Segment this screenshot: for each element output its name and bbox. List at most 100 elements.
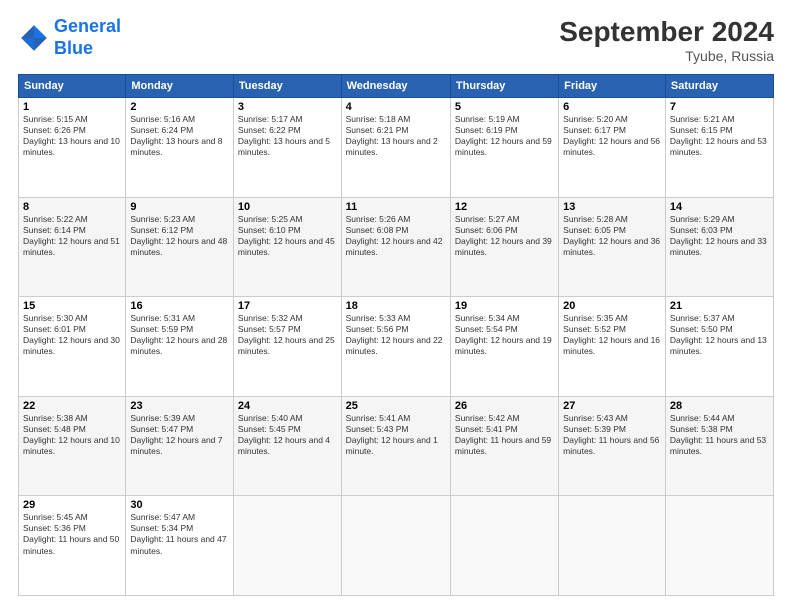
day-detail: Sunrise: 5:47 AMSunset: 5:34 PMDaylight:… [130,512,229,556]
calendar-cell: 9Sunrise: 5:23 AMSunset: 6:12 PMDaylight… [126,197,234,297]
calendar-cell: 21Sunrise: 5:37 AMSunset: 5:50 PMDayligh… [665,297,773,397]
day-number: 21 [670,300,769,312]
day-detail: Sunrise: 5:28 AMSunset: 6:05 PMDaylight:… [563,214,661,258]
day-number: 14 [670,201,769,213]
logo-blue: Blue [54,38,93,58]
calendar-cell: 17Sunrise: 5:32 AMSunset: 5:57 PMDayligh… [233,297,341,397]
day-number: 15 [23,300,121,312]
calendar-cell: 12Sunrise: 5:27 AMSunset: 6:06 PMDayligh… [450,197,558,297]
calendar-cell: 15Sunrise: 5:30 AMSunset: 6:01 PMDayligh… [19,297,126,397]
calendar-cell [559,496,666,596]
day-number: 22 [23,400,121,412]
day-number: 8 [23,201,121,213]
weekday-header-thursday: Thursday [450,75,558,98]
weekday-header-monday: Monday [126,75,234,98]
calendar-cell: 28Sunrise: 5:44 AMSunset: 5:38 PMDayligh… [665,396,773,496]
weekday-header-tuesday: Tuesday [233,75,341,98]
calendar-cell [341,496,450,596]
day-detail: Sunrise: 5:29 AMSunset: 6:03 PMDaylight:… [670,214,769,258]
calendar-cell: 4Sunrise: 5:18 AMSunset: 6:21 PMDaylight… [341,98,450,198]
calendar-cell: 13Sunrise: 5:28 AMSunset: 6:05 PMDayligh… [559,197,666,297]
calendar-cell: 18Sunrise: 5:33 AMSunset: 5:56 PMDayligh… [341,297,450,397]
calendar-cell: 8Sunrise: 5:22 AMSunset: 6:14 PMDaylight… [19,197,126,297]
header: General Blue September 2024 Tyube, Russi… [18,16,774,64]
day-detail: Sunrise: 5:34 AMSunset: 5:54 PMDaylight:… [455,313,554,357]
day-number: 20 [563,300,661,312]
day-detail: Sunrise: 5:30 AMSunset: 6:01 PMDaylight:… [23,313,121,357]
calendar-cell [450,496,558,596]
day-number: 10 [238,201,337,213]
day-detail: Sunrise: 5:38 AMSunset: 5:48 PMDaylight:… [23,413,121,457]
day-number: 25 [346,400,446,412]
day-number: 3 [238,101,337,113]
day-detail: Sunrise: 5:25 AMSunset: 6:10 PMDaylight:… [238,214,337,258]
weekday-header-friday: Friday [559,75,666,98]
day-number: 12 [455,201,554,213]
calendar-cell: 30Sunrise: 5:47 AMSunset: 5:34 PMDayligh… [126,496,234,596]
day-detail: Sunrise: 5:40 AMSunset: 5:45 PMDaylight:… [238,413,337,457]
calendar-cell: 10Sunrise: 5:25 AMSunset: 6:10 PMDayligh… [233,197,341,297]
day-detail: Sunrise: 5:18 AMSunset: 6:21 PMDaylight:… [346,114,446,158]
week-row-4: 22Sunrise: 5:38 AMSunset: 5:48 PMDayligh… [19,396,774,496]
day-number: 4 [346,101,446,113]
day-detail: Sunrise: 5:26 AMSunset: 6:08 PMDaylight:… [346,214,446,258]
week-row-1: 1Sunrise: 5:15 AMSunset: 6:26 PMDaylight… [19,98,774,198]
day-detail: Sunrise: 5:17 AMSunset: 6:22 PMDaylight:… [238,114,337,158]
day-number: 23 [130,400,229,412]
day-number: 29 [23,499,121,511]
title-block: September 2024 Tyube, Russia [559,16,774,64]
day-number: 11 [346,201,446,213]
day-number: 28 [670,400,769,412]
calendar-cell: 16Sunrise: 5:31 AMSunset: 5:59 PMDayligh… [126,297,234,397]
weekday-header-row: SundayMondayTuesdayWednesdayThursdayFrid… [19,75,774,98]
day-number: 5 [455,101,554,113]
calendar-cell: 14Sunrise: 5:29 AMSunset: 6:03 PMDayligh… [665,197,773,297]
logo-text: General Blue [54,16,121,59]
day-detail: Sunrise: 5:45 AMSunset: 5:36 PMDaylight:… [23,512,121,556]
day-detail: Sunrise: 5:31 AMSunset: 5:59 PMDaylight:… [130,313,229,357]
day-detail: Sunrise: 5:44 AMSunset: 5:38 PMDaylight:… [670,413,769,457]
day-detail: Sunrise: 5:41 AMSunset: 5:43 PMDaylight:… [346,413,446,457]
calendar-cell [233,496,341,596]
calendar-cell: 23Sunrise: 5:39 AMSunset: 5:47 PMDayligh… [126,396,234,496]
day-number: 27 [563,400,661,412]
day-detail: Sunrise: 5:21 AMSunset: 6:15 PMDaylight:… [670,114,769,158]
calendar-cell: 25Sunrise: 5:41 AMSunset: 5:43 PMDayligh… [341,396,450,496]
day-detail: Sunrise: 5:27 AMSunset: 6:06 PMDaylight:… [455,214,554,258]
calendar-cell: 3Sunrise: 5:17 AMSunset: 6:22 PMDaylight… [233,98,341,198]
logo-icon [18,22,50,54]
day-detail: Sunrise: 5:22 AMSunset: 6:14 PMDaylight:… [23,214,121,258]
calendar-cell: 1Sunrise: 5:15 AMSunset: 6:26 PMDaylight… [19,98,126,198]
logo: General Blue [18,16,121,59]
calendar-cell: 20Sunrise: 5:35 AMSunset: 5:52 PMDayligh… [559,297,666,397]
day-number: 26 [455,400,554,412]
calendar-cell: 7Sunrise: 5:21 AMSunset: 6:15 PMDaylight… [665,98,773,198]
day-number: 2 [130,101,229,113]
day-detail: Sunrise: 5:32 AMSunset: 5:57 PMDaylight:… [238,313,337,357]
day-number: 24 [238,400,337,412]
logo-general: General [54,16,121,36]
calendar-cell: 29Sunrise: 5:45 AMSunset: 5:36 PMDayligh… [19,496,126,596]
calendar-cell: 19Sunrise: 5:34 AMSunset: 5:54 PMDayligh… [450,297,558,397]
day-detail: Sunrise: 5:19 AMSunset: 6:19 PMDaylight:… [455,114,554,158]
calendar-cell: 6Sunrise: 5:20 AMSunset: 6:17 PMDaylight… [559,98,666,198]
day-number: 30 [130,499,229,511]
weekday-header-sunday: Sunday [19,75,126,98]
day-number: 1 [23,101,121,113]
calendar-cell: 2Sunrise: 5:16 AMSunset: 6:24 PMDaylight… [126,98,234,198]
week-row-3: 15Sunrise: 5:30 AMSunset: 6:01 PMDayligh… [19,297,774,397]
weekday-header-saturday: Saturday [665,75,773,98]
day-number: 9 [130,201,229,213]
day-detail: Sunrise: 5:42 AMSunset: 5:41 PMDaylight:… [455,413,554,457]
page: General Blue September 2024 Tyube, Russi… [0,0,792,612]
day-number: 17 [238,300,337,312]
day-detail: Sunrise: 5:15 AMSunset: 6:26 PMDaylight:… [23,114,121,158]
weekday-header-wednesday: Wednesday [341,75,450,98]
week-row-2: 8Sunrise: 5:22 AMSunset: 6:14 PMDaylight… [19,197,774,297]
calendar-cell: 24Sunrise: 5:40 AMSunset: 5:45 PMDayligh… [233,396,341,496]
calendar-cell: 26Sunrise: 5:42 AMSunset: 5:41 PMDayligh… [450,396,558,496]
week-row-5: 29Sunrise: 5:45 AMSunset: 5:36 PMDayligh… [19,496,774,596]
day-number: 6 [563,101,661,113]
day-detail: Sunrise: 5:39 AMSunset: 5:47 PMDaylight:… [130,413,229,457]
day-number: 13 [563,201,661,213]
